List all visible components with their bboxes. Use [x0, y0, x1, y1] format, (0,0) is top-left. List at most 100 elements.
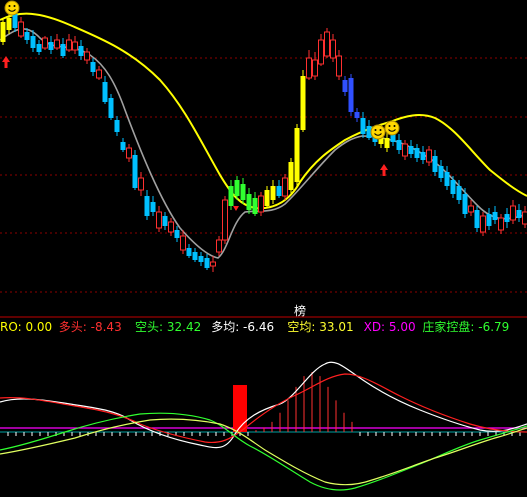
candle-body — [480, 215, 486, 233]
stock-chart: 榜 RO: 0.00 多头: -8.43 空头: 32.42 多均: -6.46 空均:… — [0, 0, 527, 497]
candle — [282, 174, 288, 200]
candle-body — [294, 128, 300, 182]
indicator-legend: RO: 0.00 多头: -8.43 空头: 32.42 多均: -6.46 空均: 3… — [0, 319, 509, 334]
candle-body — [474, 210, 480, 228]
candle-body — [222, 199, 228, 241]
candle — [348, 74, 354, 116]
candle-body — [354, 112, 360, 118]
candle-body — [498, 217, 504, 231]
candle-body — [234, 180, 240, 196]
candle-body — [360, 118, 366, 134]
candle-body — [258, 195, 264, 213]
candle-body — [72, 41, 78, 51]
candle-body — [228, 186, 234, 206]
candle-body — [324, 31, 330, 57]
smiley-icon — [384, 120, 400, 136]
candle-body — [444, 172, 450, 186]
candle-body — [516, 210, 522, 218]
candle-body — [432, 156, 438, 172]
candle — [294, 124, 300, 186]
legend-item: 多均: -6.46 — [211, 320, 274, 334]
candle-body — [468, 205, 474, 213]
candle-body — [462, 194, 468, 214]
candle-body — [198, 256, 204, 262]
candle — [0, 18, 6, 45]
candle-body — [96, 69, 102, 79]
candle-body — [174, 230, 180, 238]
candle-body — [246, 194, 252, 210]
candle-body — [414, 148, 420, 158]
candle-body — [216, 239, 222, 253]
candle-body — [132, 155, 138, 188]
candle-body — [12, 14, 18, 28]
candle — [288, 158, 294, 194]
legend-item: 空头: 32.42 — [135, 320, 201, 334]
candle-body — [252, 198, 258, 214]
candle-body — [270, 186, 276, 200]
candle-body — [402, 143, 408, 157]
candle-body — [180, 235, 186, 251]
candle-body — [0, 22, 6, 42]
candle-body — [84, 51, 90, 61]
candle-body — [42, 37, 48, 49]
candle-body — [90, 62, 96, 72]
candle-body — [420, 152, 426, 160]
candle — [222, 196, 228, 244]
candle-body — [186, 248, 192, 256]
candle-body — [192, 252, 198, 260]
candle-body — [456, 186, 462, 200]
legend-item: RO: 0.00 — [0, 320, 52, 334]
candle-body — [30, 36, 36, 48]
candle-body — [336, 55, 342, 77]
candle-body — [144, 196, 150, 216]
candle — [300, 70, 306, 132]
candle-body — [60, 44, 66, 56]
legend-item: XD: 5.00 — [364, 320, 416, 334]
candle-body — [306, 57, 312, 79]
candle-body — [168, 221, 174, 233]
candle-body — [300, 76, 306, 130]
candle-body — [210, 261, 216, 267]
candle-body — [66, 39, 72, 51]
candle-body — [150, 202, 156, 212]
legend-item: 多头: -8.43 — [59, 320, 122, 334]
candle-body — [504, 214, 510, 222]
smiley-icon — [4, 0, 20, 16]
indicator-panel-title: 榜 — [294, 303, 306, 318]
smiley-icon — [370, 124, 386, 140]
candle-body — [54, 39, 60, 49]
candle-body — [204, 258, 210, 268]
candle-body — [396, 140, 402, 150]
candle — [258, 192, 264, 216]
candle-body — [240, 184, 246, 200]
candle-body — [348, 78, 354, 112]
candle-body — [18, 21, 24, 37]
candle-body — [264, 190, 270, 206]
candle-body — [78, 46, 84, 56]
legend-item: 庄家控盘: -6.79 — [422, 319, 509, 334]
candle-body — [330, 39, 336, 59]
signal-bar — [233, 385, 247, 432]
candle — [42, 36, 48, 50]
candle-body — [426, 149, 432, 163]
candle-body — [138, 177, 144, 191]
candle-body — [282, 177, 288, 197]
candle-body — [510, 205, 516, 221]
candle-body — [114, 120, 120, 132]
candle-body — [156, 211, 162, 229]
candle-body — [126, 147, 132, 159]
candle-body — [288, 162, 294, 190]
chart-background — [0, 0, 527, 497]
candle-body — [120, 142, 126, 150]
candle-body — [36, 44, 42, 52]
candle-body — [162, 216, 168, 226]
candle-body — [384, 138, 390, 148]
candle-body — [522, 211, 527, 225]
legend-item: 空均: 33.01 — [287, 320, 353, 334]
candle — [480, 212, 486, 236]
candle-body — [492, 212, 498, 220]
candle-body — [6, 18, 12, 30]
candle-body — [486, 214, 492, 226]
candle-body — [450, 180, 456, 194]
candle — [324, 28, 330, 58]
